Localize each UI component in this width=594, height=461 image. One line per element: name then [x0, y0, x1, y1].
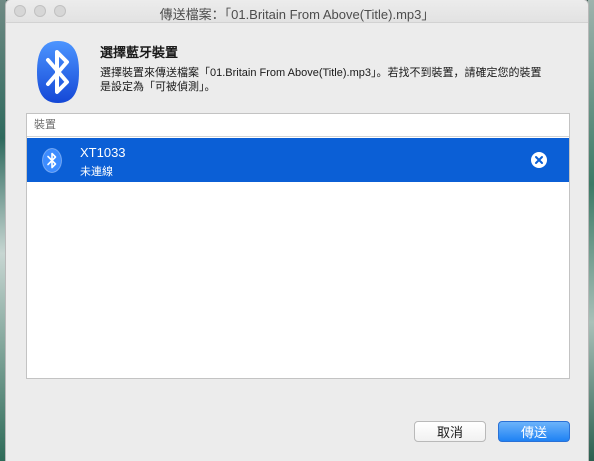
device-row-xt1033[interactable]: XT1033 未連線 — [27, 138, 569, 182]
description-line-2: 是設定為「可被偵測」。 — [100, 81, 216, 93]
cancel-button[interactable]: 取消 — [414, 421, 486, 442]
dialog-description: 選擇裝置來傳送檔案「01.Britain From Above(Title).m… — [100, 66, 570, 94]
device-list[interactable]: 裝置 XT1033 未連線 — [26, 113, 570, 379]
device-name: XT1033 — [80, 145, 126, 160]
dialog-heading: 選擇藍牙裝置 — [100, 45, 179, 60]
bluetooth-icon — [42, 148, 62, 173]
send-button[interactable]: 傳送 — [498, 421, 570, 442]
desktop-background-right — [588, 0, 594, 461]
window-title: 傳送檔案：「01.Britain From Above(Title).mp3」 — [159, 7, 435, 22]
device-status: 未連線 — [80, 166, 113, 178]
device-column-header[interactable]: 裝置 — [27, 114, 569, 137]
bluetooth-icon — [37, 41, 79, 103]
description-line-1: 選擇裝置來傳送檔案「01.Britain From Above(Title).m… — [100, 67, 542, 79]
title-bar: 傳送檔案：「01.Britain From Above(Title).mp3」 — [6, 0, 588, 23]
send-file-dialog: 傳送檔案：「01.Britain From Above(Title).mp3」 … — [6, 0, 588, 461]
remove-circle-icon[interactable] — [531, 152, 547, 168]
